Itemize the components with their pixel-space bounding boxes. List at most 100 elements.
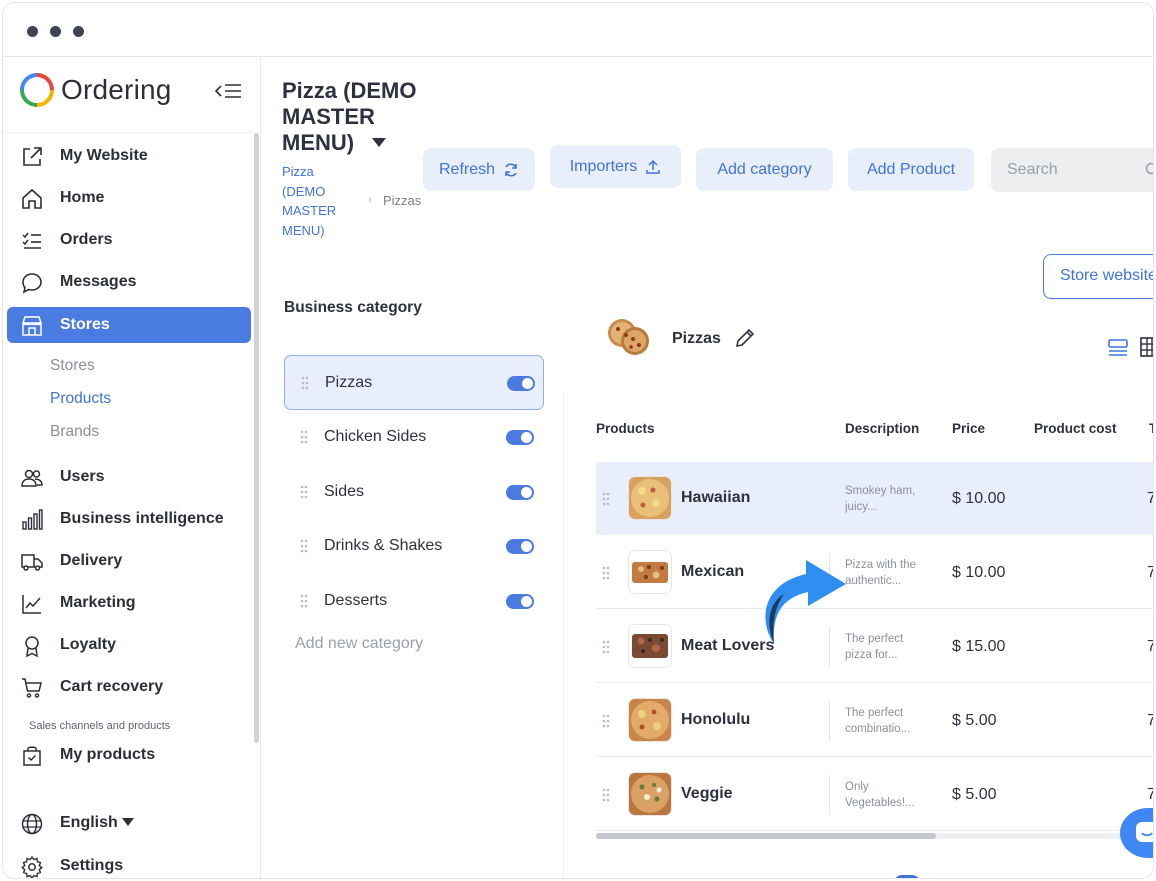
category-toggle[interactable]	[506, 539, 534, 554]
importers-button-label: Importers	[569, 157, 638, 175]
window-dot	[73, 26, 84, 37]
product-description: The perfect pizza for...	[845, 633, 904, 661]
product-extra-value: 7	[1147, 786, 1153, 804]
drag-handle-icon[interactable]	[300, 539, 308, 553]
product-name: Mexican	[681, 563, 745, 580]
drag-handle-icon[interactable]	[602, 640, 610, 654]
drag-handle-icon[interactable]	[602, 788, 610, 802]
cell-divider	[829, 775, 830, 815]
drag-handle-icon[interactable]	[602, 714, 610, 728]
drag-handle-icon[interactable]	[602, 566, 610, 580]
edit-pencil-icon[interactable]	[733, 326, 757, 350]
category-item[interactable]: Desserts	[284, 574, 544, 629]
add-product-button[interactable]: Add Product	[848, 148, 974, 191]
window-titlebar	[3, 3, 1153, 57]
search-input[interactable]: Search	[991, 148, 1153, 192]
refresh-icon	[505, 162, 517, 177]
sidebar-item-cart-recovery[interactable]: Cart recovery	[7, 669, 251, 705]
category-toggle[interactable]	[506, 430, 534, 445]
sidebar-item-label: Business intelligence	[60, 510, 224, 527]
sidebar-subitem-stores[interactable]: Stores	[50, 357, 95, 375]
category-item[interactable]: Chicken Sides	[284, 410, 544, 465]
product-extra-value: 7	[1147, 490, 1153, 508]
gear-icon	[21, 855, 43, 878]
sidebar-item-label: Cart recovery	[60, 678, 164, 695]
chat-icon	[1136, 822, 1153, 842]
sidebar-item-messages[interactable]: Messages	[7, 264, 251, 300]
column-divider	[563, 391, 564, 878]
refresh-button-label: Refresh	[438, 160, 496, 178]
add-category-button[interactable]: Add category	[696, 148, 833, 191]
add-product-button-label: Add Product	[866, 160, 956, 178]
product-name: Hawaiian	[681, 489, 751, 506]
sidebar-item-marketing[interactable]: Marketing	[7, 585, 251, 621]
product-price: $ 15.00	[952, 638, 1006, 655]
list-view-icon[interactable]	[1107, 337, 1129, 357]
sidebar-item-label: Settings	[60, 857, 124, 874]
sidebar-item-delivery[interactable]: Delivery	[7, 543, 251, 579]
sidebar-item-my-website[interactable]: My Website	[7, 138, 251, 174]
category-item[interactable]: Drinks & Shakes	[284, 519, 544, 574]
drag-handle-icon[interactable]	[602, 492, 610, 506]
product-description: The perfect combinatio...	[845, 707, 911, 735]
sidebar-item-my-products[interactable]: My products	[7, 737, 251, 773]
sidebar-item-label: Users	[60, 468, 105, 485]
external-link-icon	[23, 147, 42, 166]
table-row[interactable]: Honolulu The perfect combinatio... $ 5.0…	[596, 684, 1153, 757]
pagination-indicator[interactable]	[894, 875, 920, 878]
add-new-category-link[interactable]: Add new category	[295, 635, 423, 653]
sidebar: Ordering My Website Home Orders Messages	[3, 58, 261, 878]
category-name: Desserts	[324, 592, 388, 609]
store-website-button[interactable]: Store website	[1043, 254, 1153, 299]
sidebar-item-home[interactable]: Home	[7, 180, 251, 216]
sidebar-item-business-intelligence[interactable]: Business intelligence	[7, 501, 251, 537]
main-content: Pizza (DEMO MASTER MENU) Pizza (DEMO MAS…	[262, 58, 1154, 878]
sidebar-item-orders[interactable]: Orders	[7, 222, 251, 258]
sidebar-item-settings[interactable]: Settings	[7, 848, 251, 878]
table-row[interactable]: Meat Lovers The perfect pizza for... $ 1…	[596, 610, 1153, 683]
breadcrumb-link[interactable]: Pizza (DEMO MASTER MENU)	[282, 162, 342, 240]
collapse-menu-icon[interactable]	[213, 80, 243, 102]
breadcrumb-current: Pizzas	[383, 193, 422, 208]
product-name: Veggie	[681, 785, 733, 802]
language-selector[interactable]: English	[7, 805, 251, 841]
window-dot	[50, 26, 61, 37]
category-toggle[interactable]	[506, 485, 534, 500]
product-thumbnail	[629, 551, 671, 593]
chat-bubble-icon	[22, 273, 42, 294]
drag-handle-icon[interactable]	[300, 430, 308, 444]
table-row[interactable]: Hawaiian Smokey ham, juicy... $ 10.00 7	[596, 462, 1153, 535]
cart-icon	[22, 678, 42, 698]
page-title: Pizza (DEMO MASTER MENU)	[282, 78, 417, 155]
importers-button[interactable]: Importers	[550, 145, 681, 188]
brand-logo[interactable]: Ordering	[19, 72, 219, 112]
breadcrumb-separator: ›	[368, 194, 372, 206]
sidebar-subitem-brands[interactable]: Brands	[50, 423, 99, 441]
category-item[interactable]: Sides	[284, 465, 544, 520]
table-scrollbar-thumb[interactable]	[596, 833, 936, 839]
table-row[interactable]: Mexican Pizza with the authentic... $ 10…	[596, 536, 1153, 609]
table-row[interactable]: Veggie Only Vegetables!... $ 5.00 7	[596, 758, 1153, 831]
sidebar-subitem-products[interactable]: Products	[50, 390, 111, 408]
app-window: Ordering My Website Home Orders Messages	[2, 2, 1154, 879]
sidebar-item-users[interactable]: Users	[7, 459, 251, 495]
truck-icon	[21, 554, 43, 571]
product-price: $ 10.00	[952, 564, 1006, 581]
sidebar-item-loyalty[interactable]: Loyalty	[7, 627, 251, 663]
sidebar-scrollbar[interactable]	[254, 133, 259, 743]
refresh-button[interactable]: Refresh	[423, 148, 535, 191]
category-toggle[interactable]	[506, 594, 534, 609]
product-extra-value: 7	[1147, 564, 1153, 582]
title-dropdown-caret-icon[interactable]	[372, 138, 386, 147]
drag-handle-icon[interactable]	[300, 485, 308, 499]
product-description: Smokey ham, juicy...	[845, 485, 916, 513]
drag-handle-icon[interactable]	[301, 376, 309, 390]
category-item[interactable]: Pizzas	[284, 355, 544, 410]
grid-view-icon[interactable]	[1139, 336, 1154, 358]
sidebar-item-stores[interactable]: Stores	[7, 307, 251, 343]
cell-divider	[829, 701, 830, 741]
drag-handle-icon[interactable]	[300, 594, 308, 608]
selected-category-name: Pizzas	[672, 330, 721, 347]
section-label: Sales channels and products	[29, 720, 171, 732]
category-toggle[interactable]	[507, 376, 535, 391]
